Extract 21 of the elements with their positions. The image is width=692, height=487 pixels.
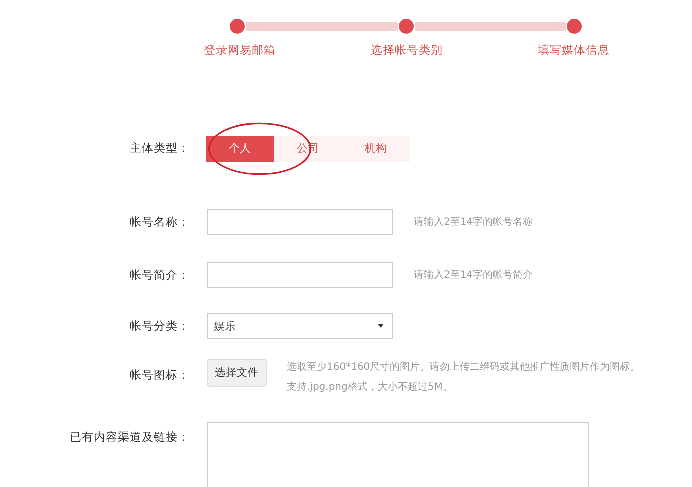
field-label: 已有内容渠道及链接： — [69, 430, 191, 445]
field-label: 帐号分类： — [129, 318, 191, 334]
field-label: 帐号简介： — [129, 268, 191, 282]
hint-text: 选取至少160*160尺寸的图片。请勿上传二维码或其他推广性质图片作为图标。 — [287, 360, 640, 374]
text-area[interactable] — [207, 422, 589, 487]
step-label: 填写媒体信息 — [537, 43, 611, 58]
field-label: 帐号名称： — [129, 214, 191, 230]
caret-icon — [378, 324, 384, 328]
type-option[interactable]: 个人 — [206, 136, 274, 162]
hint-text: 请输入2至14字的帐号简介 — [414, 268, 534, 282]
choose-file-button[interactable]: 选择文件 — [207, 359, 267, 387]
field-label: 帐号图标： — [129, 368, 191, 383]
input-field[interactable] — [207, 262, 393, 288]
step-label: 登录网易邮箱 — [203, 43, 277, 58]
step-label: 选择帐号类别 — [370, 43, 444, 58]
hint-text: 请输入2至14字的帐号名称 — [414, 216, 534, 229]
hint-text: 支持.jpg.png格式，大小不超过5M。 — [287, 380, 454, 394]
type-option[interactable]: 机构 — [342, 136, 410, 162]
category-dropdown[interactable]: 娱乐 — [207, 313, 393, 339]
field-label: 主体类型： — [129, 141, 191, 156]
input-field[interactable] — [207, 209, 393, 235]
